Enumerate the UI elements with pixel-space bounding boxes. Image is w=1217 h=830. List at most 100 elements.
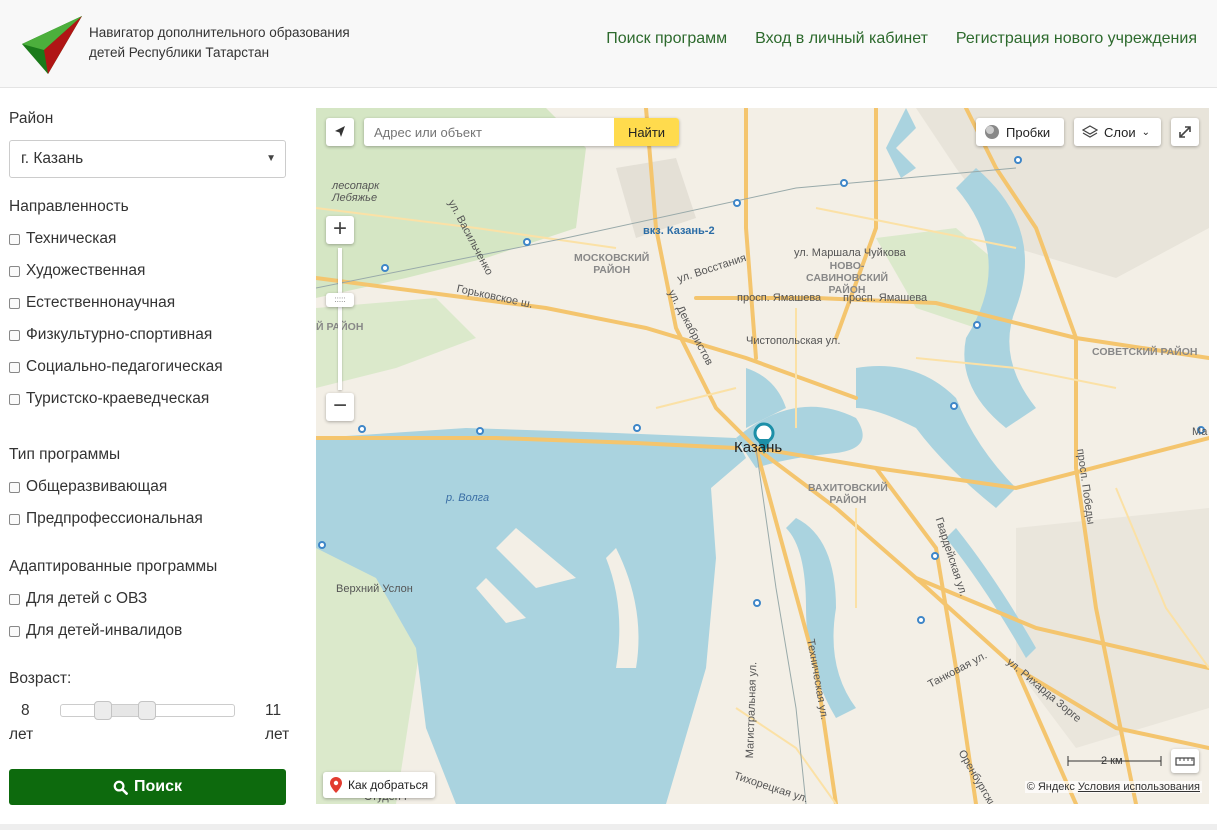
nav-login[interactable]: Вход в личный кабинет [755, 30, 928, 48]
navigator-logo[interactable] [20, 14, 84, 76]
scale-label: 2 км [1101, 755, 1123, 767]
fullscreen-button[interactable] [1171, 118, 1199, 146]
age-min-unit: лет [9, 726, 34, 743]
traffic-label: Пробки [1006, 124, 1051, 140]
checkbox-label: Туристско-краеведческая [26, 390, 210, 407]
grip-icon: ::::: [334, 295, 346, 304]
route-label: Как добраться [348, 778, 429, 792]
map-label: просп. Ямашева [843, 292, 928, 304]
checkbox[interactable] [9, 298, 20, 309]
checkbox-general-developing[interactable]: Общеразвивающая [9, 478, 167, 496]
map-label-city: Казань [734, 439, 783, 456]
zoom-handle[interactable]: ::::: [326, 293, 354, 307]
checkbox-tourism[interactable]: Туристско-краеведческая [9, 390, 209, 408]
checkbox[interactable] [9, 594, 20, 605]
minus-icon: − [332, 392, 347, 419]
yandex-map[interactable]: лесопарк Лебяжье ул. Васильченко вкз. Ка… [316, 108, 1209, 804]
checkbox-technical[interactable]: Техническая [9, 230, 116, 248]
checkbox[interactable] [9, 234, 20, 245]
checkbox[interactable] [9, 330, 20, 341]
map-label: НОВО- САВИНОВСКИЙ РАЙОН [806, 260, 889, 296]
zoom-out-button[interactable]: − [326, 393, 354, 421]
find-button[interactable]: Найти [614, 118, 679, 146]
map-label: МОСКОВСКИЙ РАЙОН [574, 252, 650, 276]
map-label: Верхний Услон [336, 583, 413, 595]
map-marker-icon [330, 777, 342, 793]
checkbox[interactable] [9, 482, 20, 493]
nav-program-search[interactable]: Поиск программ [606, 30, 727, 48]
layers-label: Слои [1104, 124, 1136, 140]
checkbox-label: Общеразвивающая [26, 478, 168, 495]
zoom-in-button[interactable]: + [326, 216, 354, 244]
checkbox-label: Предпрофессиональная [26, 510, 203, 527]
ruler-icon [1175, 757, 1195, 766]
checkbox-label: Физкультурно-спортивная [26, 326, 213, 343]
age-min-value: 8 [21, 702, 30, 719]
brand-title: Навигатор дополнительного образования де… [89, 23, 350, 63]
terms-link[interactable]: Условия использования [1078, 781, 1200, 793]
top-nav: Поиск программ Вход в личный кабинет Рег… [606, 30, 1197, 48]
brand-line-2: детей Республики Татарстан [89, 45, 270, 60]
map-label: СОВЕТСКИЙ РАЙОН [1092, 346, 1198, 358]
address-search: Найти [364, 118, 679, 146]
nav-register-institution[interactable]: Регистрация нового учреждения [956, 30, 1197, 48]
checkbox-sports[interactable]: Физкультурно-спортивная [9, 326, 212, 344]
traffic-button[interactable]: Пробки [976, 118, 1064, 146]
copyright-text: © Яндекс [1026, 781, 1075, 793]
direction-label: Направленность [9, 198, 129, 215]
map-label: ВАХИТОВСКИЙ РАЙОН [808, 482, 888, 506]
map-label: лесопарк Лебяжье [332, 180, 380, 204]
search-icon [113, 780, 128, 795]
address-input[interactable] [364, 118, 614, 146]
checkbox-pre-professional[interactable]: Предпрофессиональная [9, 510, 203, 528]
site-header: Навигатор дополнительного образования де… [0, 0, 1217, 88]
age-max-value: 11 [265, 702, 282, 719]
brand-line-1: Навигатор дополнительного образования [89, 25, 350, 40]
map-label: ул. Маршала Чуйкова [794, 247, 906, 259]
checkbox-disabled-children[interactable]: Для детей-инвалидов [9, 622, 182, 640]
checkbox[interactable] [9, 514, 20, 525]
district-select[interactable]: г. Казань ▼ [9, 140, 286, 178]
expand-icon [1179, 126, 1191, 138]
checkbox[interactable] [9, 394, 20, 405]
chevron-down-icon: ▼ [266, 153, 276, 164]
zoom-track[interactable] [338, 248, 342, 390]
district-value: г. Казань [21, 150, 84, 167]
checkbox-label: Естественнонаучная [26, 294, 176, 311]
layers-button[interactable]: Слои ⌄ [1074, 118, 1161, 146]
route-button[interactable]: Как добраться [323, 772, 435, 798]
checkbox-natural-science[interactable]: Естественнонаучная [9, 294, 175, 312]
layers-icon [1082, 125, 1098, 138]
checkbox-label: Художественная [26, 262, 146, 279]
search-button-label: Поиск [133, 778, 182, 795]
adapted-label: Адаптированные программы [9, 558, 218, 575]
search-button[interactable]: Поиск [9, 769, 286, 805]
checkbox-artistic[interactable]: Художественная [9, 262, 145, 280]
checkbox[interactable] [9, 626, 20, 637]
footer-divider [0, 824, 1217, 830]
program-type-label: Тип программы [9, 446, 121, 463]
checkbox-label: Для детей-инвалидов [26, 622, 183, 639]
age-max-handle[interactable] [137, 701, 156, 720]
checkbox-label: Для детей с ОВЗ [26, 590, 148, 607]
map-label: вкз. Казань-2 [643, 225, 715, 237]
checkbox-label: Социально-педагогическая [26, 358, 223, 375]
checkbox[interactable] [9, 362, 20, 373]
age-label: Возраст: [9, 670, 72, 687]
traffic-icon [985, 125, 999, 139]
checkbox[interactable] [9, 266, 20, 277]
age-range-slider[interactable] [60, 701, 235, 720]
checkbox-ovz[interactable]: Для детей с ОВЗ [9, 590, 147, 608]
map-copyright: © Яндекс Условия использования [1024, 781, 1202, 793]
ruler-button[interactable] [1171, 749, 1199, 773]
map-label: Ма [1192, 426, 1208, 438]
geolocation-button[interactable] [326, 118, 354, 146]
checkbox-social-pedagogical[interactable]: Социально-педагогическая [9, 358, 223, 376]
chevron-down-icon: ⌄ [1141, 126, 1151, 138]
plus-icon: + [332, 215, 347, 242]
age-min-handle[interactable] [94, 701, 112, 720]
map-label: р. Волга [446, 492, 490, 504]
map-label: Чистопольская ул. [746, 335, 841, 347]
district-label: Район [9, 110, 54, 127]
age-max-unit: лет [265, 726, 290, 743]
